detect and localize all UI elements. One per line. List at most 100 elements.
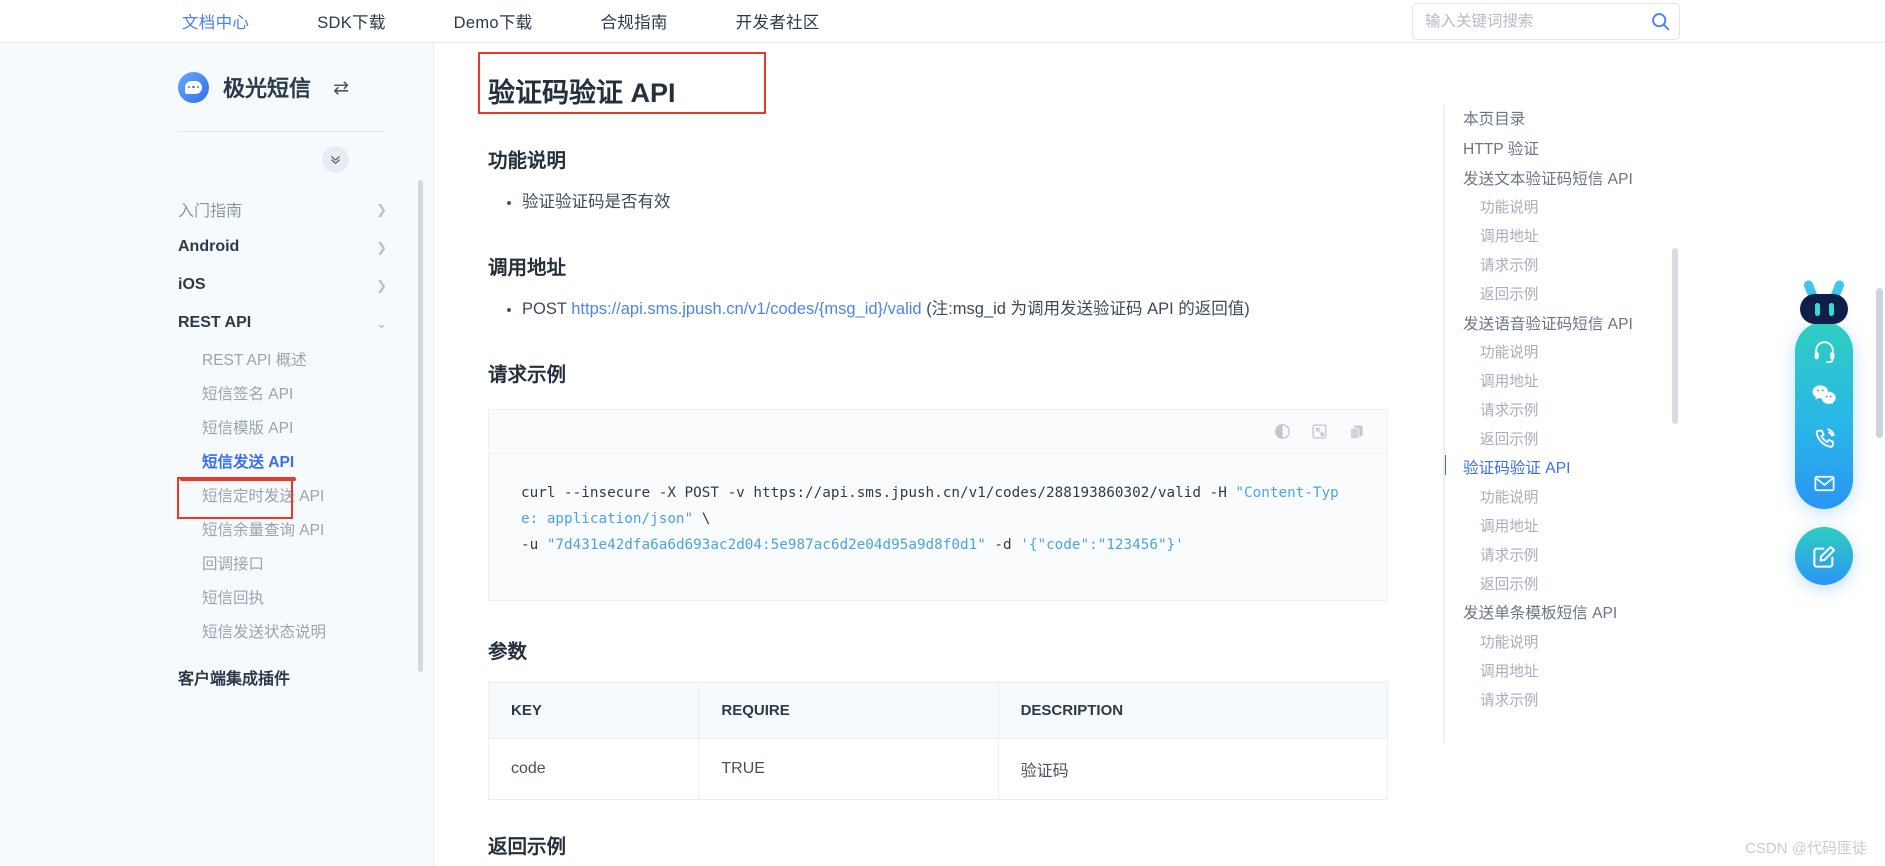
floating-support-widget <box>1793 279 1855 585</box>
sidebar-item-callback-interface[interactable]: 回调接口 <box>178 546 387 580</box>
sidebar-item-android[interactable]: Android ❯ <box>178 228 387 266</box>
toc-scrollbar[interactable] <box>1672 248 1678 424</box>
contrast-theme-icon[interactable] <box>1274 423 1291 440</box>
page-scrollbar[interactable] <box>1876 288 1883 438</box>
table-col-description: DESCRIPTION <box>997 682 1389 739</box>
brand-header[interactable]: 极光短信 ⇄ <box>0 43 433 131</box>
toc-item-function-2[interactable]: 功能说明 <box>1463 339 1678 368</box>
http-method: POST <box>522 300 567 318</box>
toc-item-heading[interactable]: 本页目录 <box>1463 105 1678 135</box>
toc-item-endpoint-3[interactable]: 调用地址 <box>1463 513 1678 542</box>
headset-support-icon[interactable] <box>1812 338 1837 363</box>
chevron-double-down-icon[interactable] <box>322 146 349 173</box>
toc-item-voice-code-sms-api[interactable]: 发送语音验证码短信 API <box>1463 309 1678 339</box>
robot-eye-right-icon <box>1828 302 1834 316</box>
table-col-key: KEY <box>487 682 700 739</box>
code-line-1-plain: curl --insecure -X POST -v https://api.s… <box>521 485 1236 501</box>
sidebar: 极光短信 ⇄ 入门指南 ❯ Android ❯ iOS ❯ REST API ⌄… <box>0 43 434 866</box>
brand-name: 极光短信 <box>223 76 312 101</box>
toc-item-request-1[interactable]: 请求示例 <box>1463 252 1678 281</box>
toc-item-http-auth[interactable]: HTTP 验证 <box>1463 135 1678 165</box>
phone-call-icon[interactable] <box>1812 427 1837 452</box>
function-bullet-list: 验证验证码是否有效 <box>522 187 1444 217</box>
code-line-2-plain: -u <box>521 537 547 553</box>
mail-envelope-icon[interactable] <box>1812 472 1837 495</box>
search-input[interactable] <box>1413 4 1641 39</box>
sidebar-item-sms-send-api[interactable]: 短信发送 API <box>178 444 387 478</box>
sidebar-item-getting-started[interactable]: 入门指南 ❯ <box>178 190 387 228</box>
edit-pencil-button[interactable] <box>1795 527 1853 585</box>
expand-fullscreen-icon[interactable] <box>1311 423 1328 440</box>
sidebar-item-label: iOS <box>178 276 206 293</box>
page-title: 验证码验证 API <box>488 78 676 108</box>
toc-item-text-code-sms-api[interactable]: 发送文本验证码短信 API <box>1463 165 1678 195</box>
sidebar-item-sms-signature-api[interactable]: 短信签名 API <box>178 376 387 410</box>
sidebar-item-rest-api-overview[interactable]: REST API 概述 <box>178 342 387 376</box>
section-heading-response-example: 返回示例 <box>488 836 567 858</box>
top-nav-item-sdk[interactable]: SDK下载 <box>317 9 385 33</box>
robot-eye-left-icon <box>1814 302 1820 316</box>
sidebar-item-label: 入门指南 <box>178 203 243 220</box>
chat-bubble-logo-icon <box>178 71 209 103</box>
toc-item-function-1[interactable]: 功能说明 <box>1463 194 1678 223</box>
table-header-row: KEY REQUIRE DESCRIPTION <box>487 682 1389 739</box>
search-box[interactable] <box>1412 3 1680 40</box>
main-content: 验证码验证 API 功能说明 验证验证码是否有效 调用地址 POST https… <box>434 43 1444 866</box>
edit-pencil-icon <box>1812 545 1835 568</box>
toc-item-endpoint-4[interactable]: 调用地址 <box>1463 658 1678 687</box>
table-of-contents: 本页目录 HTTP 验证 发送文本验证码短信 API 功能说明 调用地址 请求示… <box>1443 105 1678 743</box>
toc-item-request-2[interactable]: 请求示例 <box>1463 397 1678 426</box>
toc-item-endpoint-2[interactable]: 调用地址 <box>1463 368 1678 397</box>
list-item: 验证验证码是否有效 <box>522 187 1444 217</box>
toc-item-response-1[interactable]: 返回示例 <box>1463 281 1678 310</box>
toc-item-request-3[interactable]: 请求示例 <box>1463 542 1678 571</box>
sidebar-item-label: Android <box>178 238 240 255</box>
section-heading-endpoint: 调用地址 <box>488 257 567 279</box>
table-cell-require: TRUE <box>698 738 999 800</box>
top-navigation-bar: 文档中心 SDK下载 Demo下载 合规指南 开发者社区 <box>0 0 1885 43</box>
toc-item-endpoint-1[interactable]: 调用地址 <box>1463 223 1678 252</box>
robot-face-icon <box>1800 294 1848 324</box>
swap-arrows-icon[interactable]: ⇄ <box>333 79 349 98</box>
toc-item-verify-code-api[interactable]: 验证码验证 API <box>1445 454 1678 484</box>
top-nav-item-compliance[interactable]: 合规指南 <box>600 9 667 33</box>
toc-item-function-3[interactable]: 功能说明 <box>1463 484 1678 513</box>
sidebar-item-client-plugin[interactable]: 客户端集成插件 <box>178 658 387 696</box>
code-line-2-string: "7d431e42dfa6a6d693ac2d04:5e987ac6d2e04d… <box>546 537 986 553</box>
top-nav-item-demo[interactable]: Demo下载 <box>454 9 533 33</box>
endpoint-url-link[interactable]: https://api.sms.jpush.cn/v1/codes/{msg_i… <box>571 300 921 318</box>
code-line-2-mid: -d <box>985 537 1021 553</box>
support-action-column <box>1795 322 1853 509</box>
toc-item-response-2[interactable]: 返回示例 <box>1463 426 1678 455</box>
sidebar-item-ios[interactable]: iOS ❯ <box>178 266 387 304</box>
toc-item-function-4[interactable]: 功能说明 <box>1463 629 1678 658</box>
code-content[interactable]: curl --insecure -X POST -v https://api.s… <box>489 454 1387 600</box>
wechat-icon[interactable] <box>1811 383 1837 407</box>
endpoint-bullet-list: POST https://api.sms.jpush.cn/v1/codes/{… <box>522 294 1444 324</box>
toc-item-single-template-sms-api[interactable]: 发送单条模板短信 API <box>1463 599 1678 629</box>
code-line-1-tail: \ <box>693 511 711 527</box>
top-nav-items: 文档中心 SDK下载 Demo下载 合规指南 开发者社区 <box>182 9 888 33</box>
sidebar-item-sms-receipt[interactable]: 短信回执 <box>178 580 387 614</box>
top-nav-item-docs[interactable]: 文档中心 <box>182 9 249 33</box>
section-heading-request-example: 请求示例 <box>488 364 567 386</box>
toc-item-request-4[interactable]: 请求示例 <box>1463 687 1678 716</box>
chevron-right-icon: ❯ <box>376 239 387 255</box>
sidebar-item-sms-template-api[interactable]: 短信模版 API <box>178 410 387 444</box>
robot-head-icon[interactable] <box>1796 279 1852 330</box>
sidebar-item-label: REST API <box>178 314 252 331</box>
toc-item-response-3[interactable]: 返回示例 <box>1463 571 1678 600</box>
sidebar-item-rest-api[interactable]: REST API ⌄ <box>178 304 387 342</box>
table-cell-description: 验证码 <box>997 738 1389 800</box>
code-line-2-payload: '{"code":"123456"}' <box>1020 537 1184 553</box>
top-nav-item-community[interactable]: 开发者社区 <box>736 9 820 33</box>
sidebar-scrollbar[interactable] <box>418 180 423 672</box>
search-icon[interactable] <box>1641 11 1679 32</box>
copy-icon[interactable] <box>1348 423 1365 441</box>
chevron-down-icon: ⌄ <box>376 315 387 331</box>
table-cell-key: code <box>487 738 700 800</box>
sidebar-item-label: 客户端集成插件 <box>178 671 291 688</box>
list-item: POST https://api.sms.jpush.cn/v1/codes/{… <box>522 294 1444 324</box>
sidebar-item-sms-status-desc[interactable]: 短信发送状态说明 <box>178 614 387 648</box>
